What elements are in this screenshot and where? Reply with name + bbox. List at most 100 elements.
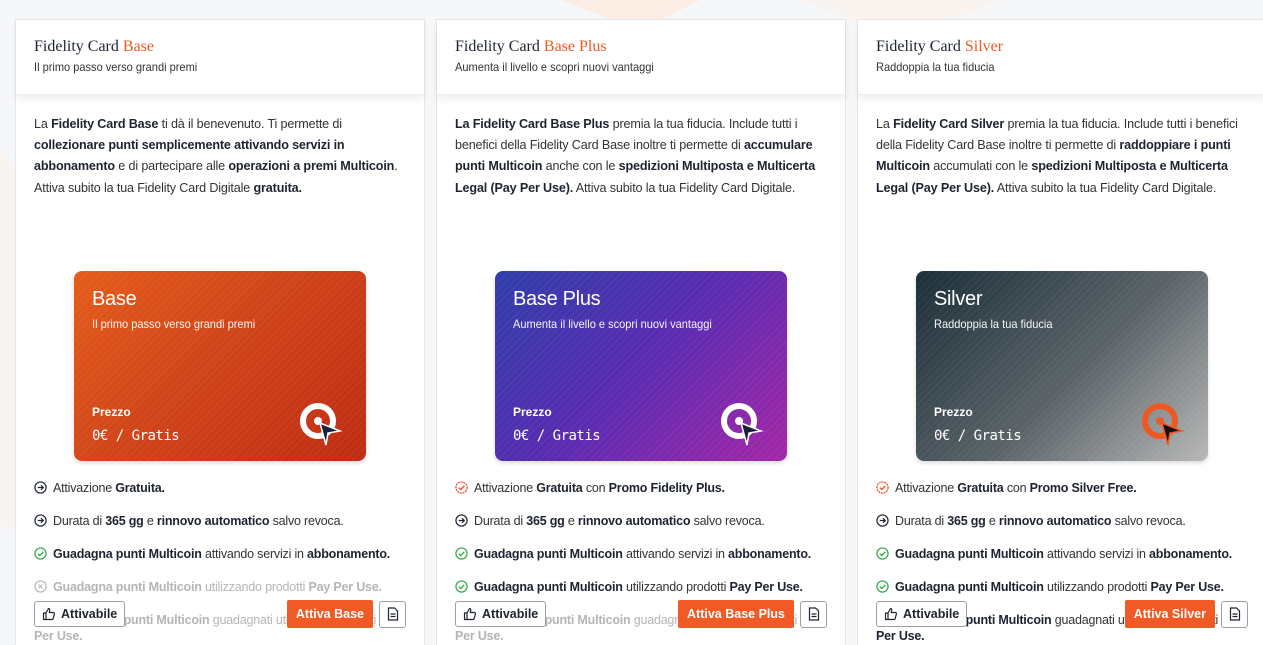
desc-text: anche con le (542, 159, 619, 174)
feature-item: Guadagna punti Multicoin attivando servi… (876, 546, 1248, 562)
thumbs-up-icon (884, 607, 898, 621)
feature-text: Guadagna punti Multicoin utilizzando pro… (474, 580, 803, 594)
arrow-circle-icon (34, 481, 47, 494)
plan-header: Fidelity Card Base Il primo passo verso … (16, 20, 424, 95)
attivabile-label: Attivabile (61, 607, 118, 621)
check-circle-icon (876, 580, 889, 593)
feature-text: Attivazione Gratuita con Promo Silver Fr… (895, 481, 1137, 495)
thumbs-up-icon (463, 607, 477, 621)
card-tagline: Aumenta il livello e scopri nuovi vantag… (513, 317, 712, 331)
x-circle-icon (34, 580, 47, 593)
plan-card-base: Fidelity Card Base Il primo passo verso … (15, 19, 425, 645)
thumbs-up-icon (42, 607, 56, 621)
plan-description: La Fidelity Card Base ti dà il benevenut… (16, 95, 424, 271)
feature-text: Guadagna punti Multicoin utilizzando pro… (53, 580, 382, 594)
feature-text: Attivazione Gratuita con Promo Fidelity … (474, 481, 725, 495)
fidelity-card-visual: Base Plus Aumenta il livello e scopri nu… (495, 271, 787, 461)
arrow-circle-icon (876, 514, 889, 527)
desc-text: La (876, 117, 894, 131)
check-circle-icon (455, 547, 468, 560)
document-button[interactable] (1221, 600, 1248, 628)
feature-item: Durata di 365 gg e rinnovo automatico sa… (455, 513, 827, 529)
document-icon (1229, 607, 1240, 621)
activate-base-plus-button[interactable]: Attiva Base Plus (678, 600, 794, 628)
feature-text: Attivazione Gratuita. (53, 481, 165, 495)
desc-bold: gratuita. (253, 180, 302, 195)
promo-check-icon (455, 481, 468, 494)
desc-text: La (34, 117, 52, 131)
feature-text: Guadagna punti Multicoin attivando servi… (474, 547, 812, 561)
arrow-circle-icon (455, 514, 468, 527)
multicoin-logo-icon (1142, 403, 1185, 446)
document-icon (808, 607, 819, 621)
feature-text: Durata di 365 gg e rinnovo automatico sa… (895, 514, 1186, 528)
plan-description: La Fidelity Card Silver premia la tua fi… (858, 95, 1263, 271)
card-price-label: Prezzo (92, 405, 131, 419)
card-price: 0€ / Gratis (513, 428, 601, 444)
plan-header: Fidelity Card Base Plus Aumenta il livel… (437, 20, 845, 95)
attivabile-button[interactable]: Attivabile (34, 601, 126, 627)
check-circle-icon (876, 547, 889, 560)
feature-item: Attivazione Gratuita con Promo Silver Fr… (876, 480, 1248, 496)
desc-text: Attiva subito la tua Fidelity Card Digit… (994, 180, 1217, 195)
plan-title-accent: Silver (964, 38, 1004, 55)
feature-item: Guadagna punti Multicoin utilizzando pro… (455, 579, 827, 595)
promo-check-icon (876, 481, 889, 494)
attivabile-label: Attivabile (482, 607, 539, 621)
feature-item: Attivazione Gratuita con Promo Fidelity … (455, 480, 827, 496)
plan-title-prefix: Fidelity Card (876, 38, 961, 55)
feature-item: Guadagna punti Multicoin attivando servi… (455, 546, 827, 562)
plan-footer: Attivabile Attiva Base (34, 600, 406, 628)
plan-header: Fidelity Card Silver Raddoppia la tua fi… (858, 20, 1263, 95)
desc-bold: La Fidelity Card Base Plus (455, 117, 610, 131)
plan-title-accent: Base Plus (543, 38, 607, 55)
fidelity-card-visual: Silver Raddoppia la tua fiducia Prezzo 0… (916, 271, 1208, 461)
feature-text: Durata di 365 gg e rinnovo automatico sa… (474, 514, 765, 528)
feature-item: Durata di 365 gg e rinnovo automatico sa… (876, 513, 1248, 529)
plan-title: Fidelity Card Base (34, 37, 406, 57)
document-button[interactable] (379, 600, 406, 628)
multicoin-logo-icon (300, 403, 343, 446)
plan-footer: Attivabile Attiva Base Plus (455, 600, 827, 628)
card-name: Base (92, 288, 137, 310)
card-tagline: Il primo passo verso grandi premi (92, 317, 256, 331)
feature-item: Guadagna punti Multicoin utilizzando pro… (34, 579, 406, 595)
desc-text: ti dà il benevenuto. Ti permette di (158, 117, 342, 131)
document-icon (387, 607, 398, 621)
desc-bold: Fidelity Card Base (51, 117, 159, 131)
plan-description: La Fidelity Card Base Plus premia la tua… (437, 95, 845, 271)
plan-title-prefix: Fidelity Card (34, 38, 119, 55)
card-price-label: Prezzo (513, 405, 552, 419)
feature-text: Guadagna punti Multicoin attivando servi… (53, 547, 391, 561)
desc-text: e di partecipare alle (114, 159, 229, 174)
desc-text: Attiva subito la tua Fidelity Card Digit… (573, 180, 796, 195)
feature-item: Attivazione Gratuita. (34, 480, 406, 496)
card-price-label: Prezzo (934, 405, 973, 419)
plan-footer: Attivabile Attiva Silver (876, 600, 1248, 628)
feature-item: Guadagna punti Multicoin utilizzando pro… (876, 579, 1248, 595)
activate-silver-button[interactable]: Attiva Silver (1124, 600, 1215, 628)
card-tagline: Raddoppia la tua fiducia (934, 317, 1053, 331)
plan-title-accent: Base (122, 38, 154, 55)
multicoin-logo-icon (721, 403, 764, 446)
check-circle-icon (455, 580, 468, 593)
card-name: Base Plus (513, 288, 601, 310)
card-name: Silver (934, 288, 983, 310)
attivabile-button[interactable]: Attivabile (876, 601, 968, 627)
fidelity-plans-row: Fidelity Card Base Il primo passo verso … (15, 19, 1263, 645)
feature-item: Guadagna punti Multicoin attivando servi… (34, 546, 406, 562)
document-button[interactable] (800, 600, 827, 628)
feature-text: Guadagna punti Multicoin utilizzando pro… (895, 580, 1224, 594)
attivabile-button[interactable]: Attivabile (455, 601, 547, 627)
activate-base-button[interactable]: Attiva Base (286, 600, 373, 628)
attivabile-label: Attivabile (903, 607, 960, 621)
plan-subtitle: Il primo passo verso grandi premi (34, 60, 198, 74)
plan-title: Fidelity Card Silver (876, 37, 1248, 57)
arrow-circle-icon (34, 514, 47, 527)
desc-bold: operazioni a premi Multicoin (228, 159, 395, 174)
card-price: 0€ / Gratis (92, 428, 180, 444)
desc-text: accumulati con le (929, 159, 1032, 174)
plan-card-silver: Fidelity Card Silver Raddoppia la tua fi… (857, 19, 1263, 645)
feature-text: Durata di 365 gg e rinnovo automatico sa… (53, 514, 344, 528)
plan-card-base-plus: Fidelity Card Base Plus Aumenta il livel… (436, 19, 846, 645)
